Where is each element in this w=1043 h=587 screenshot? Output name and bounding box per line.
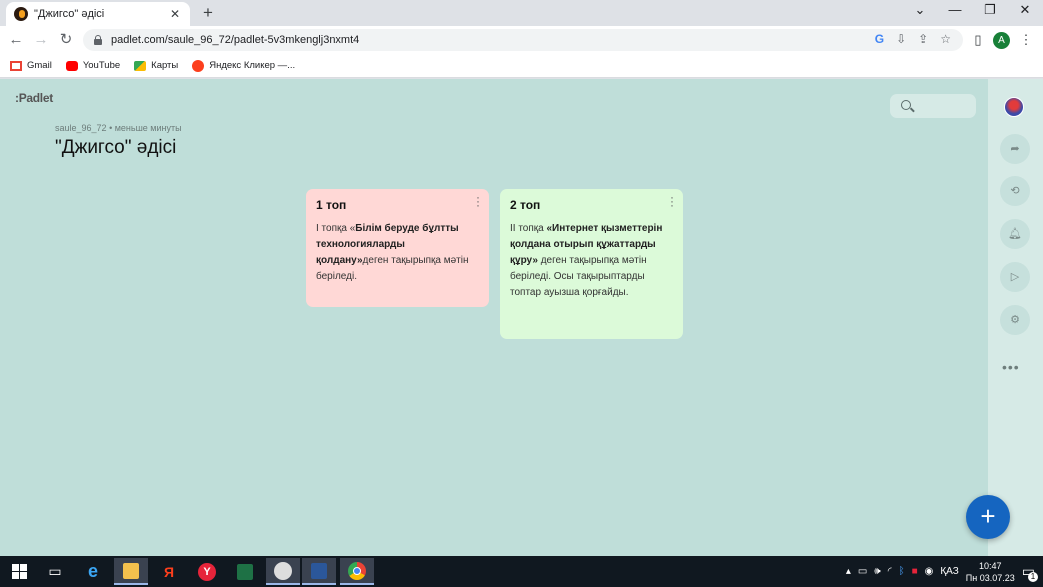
chrome-menu-icon[interactable]: ⋮ [1017, 31, 1035, 49]
wifi-icon[interactable]: ◜ [888, 566, 892, 577]
board-title: "Джигсо" әдісі [55, 137, 177, 158]
post-card[interactable]: 1 топ · · · І топқа «Білім беруде бұлтты т… [306, 189, 489, 307]
board-meta: saule_96_72 • меньше минуты [55, 123, 182, 133]
side-panel-icon[interactable]: ▯ [969, 31, 987, 49]
back-icon[interactable]: ← [6, 30, 26, 50]
youtube-icon [65, 60, 78, 71]
bell-icon[interactable]: 🔔︎ [1000, 219, 1030, 249]
google-icon[interactable]: G [875, 32, 884, 46]
bookmark-youtube[interactable]: YouTube [65, 60, 121, 71]
windows-taskbar: ▭ e Я Y ▴ ▭ 🕪︎ ◜ ᛒ ■ ◉ ҚАЗ 10:47 Пн 03.0… [0, 556, 1043, 587]
yandex-icon [192, 59, 205, 72]
post-title: 1 топ [316, 198, 347, 212]
notifications-icon[interactable]: ▭ 1 [1022, 563, 1038, 582]
bookmark-label: Карты [151, 60, 179, 71]
word-icon[interactable] [302, 558, 336, 585]
post-body: ІІ топқа «Интернет қызметтерін қолдана о… [510, 223, 663, 298]
show-hidden-icons-icon[interactable]: ▴ [846, 566, 851, 577]
minimize-button[interactable]: — [938, 2, 972, 22]
system-tray: ▴ ▭ 🕪︎ ◜ ᛒ ■ ◉ ҚАЗ 10:47 Пн 03.07.23 ▭ 1 [846, 556, 1043, 587]
tab-title: "Джигсо" әдісі [34, 8, 105, 20]
maps-icon [134, 60, 147, 71]
new-tab-button[interactable]: + [198, 3, 218, 23]
volume-icon[interactable]: 🕪︎ [874, 566, 880, 577]
clock-date: Пн 03.07.23 [965, 572, 1015, 583]
forward-icon[interactable]: → [31, 30, 51, 50]
board-search-input[interactable] [890, 94, 976, 118]
post-menu-icon[interactable]: · · · [669, 191, 675, 211]
lock-icon [93, 35, 103, 45]
post-title: 2 топ [510, 198, 541, 212]
url-text: padlet.com/saule_96_72/padlet-5v3mkenglj… [111, 34, 360, 46]
close-window-button[interactable]: ✕ [1008, 2, 1042, 22]
search-icon [901, 100, 911, 110]
windows-start-icon[interactable] [2, 558, 36, 585]
user-avatar[interactable] [1004, 97, 1024, 117]
more-options-icon[interactable]: ••• [1002, 359, 1020, 375]
browser-toolbar: ← → ↻ padlet.com/saule_96_72/padlet-5v3m… [0, 26, 1043, 54]
slideshow-play-icon[interactable]: ▷ [1000, 262, 1030, 292]
padlet-board: :Padlet saule_96_72 • меньше минуты "Джи… [0, 79, 1043, 556]
post-body: І топқа «Білім беруде бұлтты технологиял… [316, 223, 469, 282]
app-icon[interactable] [266, 558, 300, 585]
add-post-button[interactable]: + [966, 495, 1010, 539]
tab-close-icon[interactable]: ✕ [168, 7, 182, 21]
bookmark-star-icon[interactable]: ☆ [940, 32, 951, 46]
padlet-favicon-icon [14, 7, 28, 21]
excel-icon[interactable] [228, 558, 262, 585]
bookmark-gmail[interactable]: Gmail [10, 60, 52, 71]
settings-gear-icon[interactable]: ⚙ [1000, 305, 1030, 335]
yandex-icon[interactable]: Y [190, 558, 224, 585]
profile-avatar[interactable]: A [993, 32, 1010, 49]
share-icon[interactable]: ➦ [1000, 134, 1030, 164]
task-view-icon[interactable]: ▭ [38, 558, 72, 585]
tab-strip: "Джигсо" әдісі ✕ + ⌄ — ❐ ✕ [0, 0, 1043, 26]
clock[interactable]: 10:47 Пн 03.07.23 [966, 560, 1015, 584]
bookmark-maps[interactable]: Карты [134, 60, 178, 71]
post-card[interactable]: 2 топ · · · ІІ топқа «Интернет қызметтерін… [500, 189, 683, 339]
bookmarks-bar: Gmail YouTube Карты Яндекс Кликер —... [0, 54, 1043, 78]
author-name[interactable]: saule_96_72 [55, 123, 107, 133]
battery-icon[interactable]: ▭ [858, 566, 867, 577]
language-indicator[interactable]: ҚАЗ [940, 566, 958, 577]
address-bar[interactable]: padlet.com/saule_96_72/padlet-5v3mkenglj… [83, 29, 963, 51]
gmail-icon [10, 60, 22, 71]
board-action-rail: ➦ ⟲ 🔔︎ ▷ ⚙ ••• [988, 79, 1043, 556]
yandex-browser-icon[interactable]: Я [152, 558, 186, 585]
bookmark-label: Яндекс Кликер —... [209, 60, 296, 71]
bluetooth-icon[interactable]: ᛒ [899, 566, 905, 577]
chrome-icon[interactable] [340, 558, 374, 585]
post-time: • меньше минуты [109, 123, 182, 133]
post-menu-icon[interactable]: · · · [475, 191, 481, 211]
clock-time: 10:47 [979, 560, 1002, 571]
reload-icon[interactable]: ↻ [56, 30, 76, 50]
remake-icon[interactable]: ⟲ [1000, 176, 1030, 206]
network-icon[interactable]: ◉ [925, 566, 934, 577]
restore-button[interactable]: ❐ [973, 2, 1007, 22]
browser-tab[interactable]: "Джигсо" әдісі ✕ [6, 2, 190, 26]
install-icon[interactable]: ⇩ [896, 32, 906, 46]
edge-icon[interactable]: e [76, 558, 110, 585]
file-explorer-icon[interactable] [114, 558, 148, 585]
bookmark-label: YouTube [82, 60, 121, 71]
bookmark-yandex[interactable]: Яндекс Кликер —... [192, 59, 296, 72]
share-icon[interactable]: ⇪ [918, 32, 928, 46]
padlet-logo[interactable]: :Padlet [15, 91, 53, 105]
app-tray-icon[interactable]: ■ [912, 566, 918, 577]
bookmark-label: Gmail [27, 60, 52, 71]
tab-search-icon[interactable]: ⌄ [903, 2, 937, 22]
